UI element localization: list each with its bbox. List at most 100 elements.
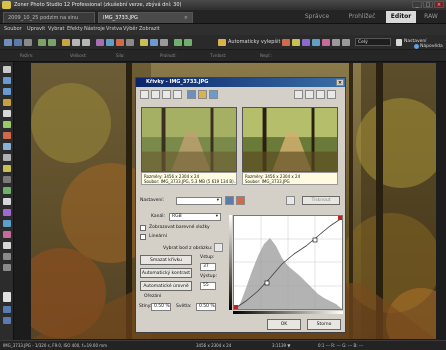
channel-select[interactable]: RGB ▾ — [169, 213, 221, 221]
curve-endpoint-black[interactable] — [234, 305, 238, 309]
preview-original[interactable] — [141, 107, 237, 172]
white-balance-icon[interactable] — [312, 39, 320, 46]
undo-icon[interactable] — [38, 39, 46, 46]
pointer-tool-icon[interactable] — [3, 66, 11, 73]
rotate-left-icon[interactable] — [72, 39, 80, 46]
selection-tool-icon[interactable] — [3, 77, 11, 84]
compare-icon[interactable] — [174, 39, 182, 46]
zoom-fit-icon[interactable] — [162, 90, 171, 99]
crop-icon[interactable] — [62, 39, 70, 46]
output-field[interactable]: 55 — [200, 282, 216, 290]
foreground-color-icon[interactable] — [3, 292, 11, 302]
shadows-field[interactable]: 0.50 % — [151, 303, 171, 311]
auto-levels-button[interactable]: Automatické úrovně — [140, 281, 192, 291]
fill-tool-icon[interactable] — [3, 231, 11, 238]
menu-view[interactable]: Zobrazit — [139, 26, 160, 32]
eyedropper-icon[interactable] — [214, 243, 223, 252]
mode-tab-editor[interactable]: Editor — [386, 11, 416, 23]
close-button[interactable]: × — [434, 1, 444, 8]
help-label[interactable]: Nápověda — [420, 44, 443, 49]
color-icon[interactable] — [116, 39, 124, 46]
save-preset-icon[interactable] — [225, 196, 234, 205]
zoom-tool-icon[interactable] — [3, 264, 11, 271]
layout-vertical-icon[interactable] — [316, 90, 325, 99]
option-opacity[interactable]: Nepř.: — [260, 53, 272, 58]
save-icon[interactable] — [14, 39, 22, 46]
auto-enhance-icon[interactable] — [218, 39, 226, 46]
sharpen-icon[interactable] — [126, 39, 134, 46]
zoom-select[interactable]: Celý — [355, 38, 391, 46]
compare-icon[interactable] — [198, 90, 207, 99]
menu-select[interactable]: Vybrat — [48, 26, 65, 32]
option-strength[interactable]: Síla: — [116, 53, 125, 58]
rotate-right-icon[interactable] — [82, 39, 90, 46]
curve-editor[interactable] — [233, 215, 343, 310]
mode-tab-viewer[interactable]: Prohlížeč — [339, 11, 385, 23]
zoom-in-icon[interactable] — [342, 39, 350, 46]
eraser-tool-icon[interactable] — [3, 154, 11, 161]
option-mode[interactable]: Režim: — [20, 53, 34, 58]
crop-tool-icon[interactable] — [3, 110, 11, 117]
brightness-icon[interactable] — [292, 39, 300, 46]
text-tool-icon[interactable] — [3, 198, 11, 205]
menu-tools[interactable]: Nástroje — [84, 26, 105, 32]
tab-image[interactable]: IMG_3733.JPG × — [98, 12, 193, 23]
curve-point[interactable] — [312, 237, 318, 243]
burn-tool-icon[interactable] — [3, 176, 11, 183]
layout-single-icon[interactable] — [294, 90, 303, 99]
menu-layer[interactable]: Vrstva — [106, 26, 122, 32]
history-panel-icon[interactable] — [3, 317, 11, 324]
menu-edit[interactable]: Upravit — [27, 26, 45, 32]
layout-split-icon[interactable] — [305, 90, 314, 99]
layout-horizontal-icon[interactable] — [327, 90, 336, 99]
text-icon[interactable] — [160, 39, 168, 46]
saturation-icon[interactable] — [322, 39, 330, 46]
mode-tab-raw[interactable]: RAW — [418, 11, 444, 23]
curve-graph[interactable] — [233, 216, 343, 310]
redo-icon[interactable] — [48, 39, 56, 46]
eyedropper-tool-icon[interactable] — [3, 242, 11, 249]
filter-icon[interactable] — [150, 39, 158, 46]
ok-button[interactable]: OK — [267, 319, 301, 330]
levels-icon[interactable] — [106, 39, 114, 46]
tab-close-icon[interactable]: × — [184, 15, 188, 21]
delete-preset-icon[interactable] — [236, 196, 245, 205]
effects-icon[interactable] — [140, 39, 148, 46]
option-size[interactable]: Velikost: — [70, 53, 87, 58]
option-hardness[interactable]: Tvrdost: — [210, 53, 226, 58]
menu-selection[interactable]: Výběr — [123, 26, 138, 32]
auto-enhance-label[interactable]: Automaticky vylepšit — [228, 39, 280, 45]
info-icon[interactable] — [209, 90, 218, 99]
highlights-field[interactable]: 0.50 % — [196, 303, 216, 311]
layers-icon[interactable] — [3, 306, 11, 313]
smudge-tool-icon[interactable] — [3, 187, 11, 194]
redeye-tool-icon[interactable] — [3, 132, 11, 139]
option-blend[interactable]: Prolnutí: — [160, 53, 177, 58]
preset-select[interactable]: ▾ — [176, 197, 222, 205]
maximize-button[interactable]: □ — [423, 1, 433, 8]
preview-result[interactable] — [242, 107, 338, 172]
settings-icon[interactable] — [396, 39, 402, 46]
print-preview-icon[interactable] — [286, 196, 295, 205]
print-icon[interactable] — [24, 39, 32, 46]
status-zoom[interactable]: 3:1139 ▼ — [272, 343, 290, 348]
show-color-channels-checkbox[interactable] — [140, 225, 146, 231]
zoom-in-icon[interactable] — [140, 90, 149, 99]
brush-tool-icon[interactable] — [3, 121, 11, 128]
curve-point[interactable] — [264, 280, 270, 286]
menu-file[interactable]: Soubor — [4, 26, 22, 32]
menu-effects[interactable]: Efekty — [67, 26, 83, 32]
clone-tool-icon[interactable] — [3, 143, 11, 150]
dodge-tool-icon[interactable] — [3, 165, 11, 172]
dialog-title-bar[interactable]: Křivky - IMG_3733.JPG × — [136, 78, 345, 87]
lasso-tool-icon[interactable] — [3, 88, 11, 95]
hand-tool-icon[interactable] — [3, 253, 11, 260]
print-button[interactable]: Tisknout — [302, 196, 340, 205]
redeye-icon[interactable] — [282, 39, 290, 46]
shape-tool-icon[interactable] — [3, 209, 11, 216]
curve-endpoint-white[interactable] — [338, 216, 342, 220]
dialog-close-icon[interactable]: × — [336, 79, 344, 86]
zoom-100-icon[interactable] — [173, 90, 182, 99]
auto-contrast-button[interactable]: Automatický kontrast — [140, 268, 192, 278]
resize-icon[interactable] — [96, 39, 104, 46]
